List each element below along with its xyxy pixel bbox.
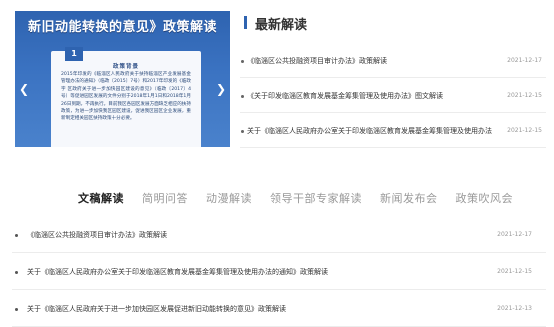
policy-carousel[interactable]: 新旧动能转换的意见》政策解读 1 政策背景 2015年印发的《临淄区人民政府关于… xyxy=(15,11,230,147)
list-item[interactable]: 《临淄区公共投融资项目审计办法》政策解读 2021-12-17 xyxy=(12,216,546,253)
paper-heading: 政策背景 xyxy=(112,64,139,70)
list-item[interactable]: 关于《临淄区人民政府关于进一步加快园区发展促进新旧动能转换的意见》政策解读 20… xyxy=(12,290,546,327)
latest-news-list: 《临淄区公共投融资项目审计办法》政策解读 2021-12-17 《关于印发临淄区… xyxy=(240,43,546,148)
news-title-link[interactable]: 《关于印发临淄区教育发展基金筹集管理及使用办法》图文解读 xyxy=(247,91,443,101)
news-date: 2021-12-17 xyxy=(507,57,542,64)
chevron-left-icon[interactable]: ❮ xyxy=(18,81,30,97)
document-list: 《临淄区公共投融资项目审计办法》政策解读 2021-12-17 关于《临淄区人民… xyxy=(12,216,546,327)
latest-news-item[interactable]: 《临淄区公共投融资项目审计办法》政策解读 2021-12-17 xyxy=(240,43,546,78)
bullet-icon xyxy=(241,130,244,133)
bullet-icon xyxy=(15,271,18,274)
latest-news-item[interactable]: 关于《临淄区人民政府办公室关于印发临淄区教育发展基金筹集管理及使用办法 2021… xyxy=(240,113,546,148)
doc-title-link[interactable]: 关于《临淄区人民政府关于进一步加快园区发展促进新旧动能转换的意见》政策解读 xyxy=(27,304,286,314)
tab-brief-qa[interactable]: 简明问答 xyxy=(142,190,188,206)
doc-date: 2021-12-17 xyxy=(497,231,532,238)
bullet-icon xyxy=(15,308,18,311)
news-title-link[interactable]: 关于《临淄区人民政府办公室关于印发临淄区教育发展基金筹集管理及使用办法 xyxy=(247,126,492,136)
doc-date: 2021-12-15 xyxy=(497,268,532,275)
interpretation-tabs: 文稿解读 简明问答 动漫解读 领导干部专家解读 新闻发布会 政策吹风会 xyxy=(78,190,513,206)
paper-section-icon: 1 xyxy=(65,47,83,61)
news-title-link[interactable]: 《临淄区公共投融资项目审计办法》政策解读 xyxy=(247,56,387,66)
latest-news-item[interactable]: 《关于印发临淄区教育发展基金筹集管理及使用办法》图文解读 2021-12-15 xyxy=(240,78,546,113)
bullet-icon xyxy=(241,60,244,63)
section-accent-bar xyxy=(244,16,247,29)
banner-title: 新旧动能转换的意见》政策解读 xyxy=(27,20,217,35)
tab-animation-interpretation[interactable]: 动漫解读 xyxy=(206,190,252,206)
banner-document-image: 1 政策背景 2015年印发的《临淄区人民政府关于扶持临淄区产业发展基金管理办法… xyxy=(51,47,201,147)
doc-title-link[interactable]: 《临淄区公共投融资项目审计办法》政策解读 xyxy=(27,230,167,240)
latest-section-title: 最新解读 xyxy=(255,18,308,33)
doc-date: 2021-12-13 xyxy=(497,305,532,312)
doc-title-link[interactable]: 关于《临淄区人民政府办公室关于印发临淄区教育发展基金筹集管理及使用办法的通知》政… xyxy=(27,267,328,277)
tab-policy-briefing[interactable]: 政策吹风会 xyxy=(456,190,514,206)
list-item[interactable]: 关于《临淄区人民政府办公室关于印发临淄区教育发展基金筹集管理及使用办法的通知》政… xyxy=(12,253,546,290)
bullet-icon xyxy=(15,234,18,237)
tab-press-conference[interactable]: 新闻发布会 xyxy=(380,190,438,206)
tab-document-interpretation[interactable]: 文稿解读 xyxy=(78,190,124,206)
bullet-icon xyxy=(241,95,244,98)
news-date: 2021-12-15 xyxy=(507,92,542,99)
news-date: 2021-12-15 xyxy=(507,127,542,134)
chevron-right-icon[interactable]: ❯ xyxy=(215,81,227,97)
paper-body-text: 2015年印发的《临淄区人民政府关于扶持临淄区产业发展基金管理办法的通知》（临政… xyxy=(61,72,191,122)
tab-expert-interpretation[interactable]: 领导干部专家解读 xyxy=(270,190,362,206)
